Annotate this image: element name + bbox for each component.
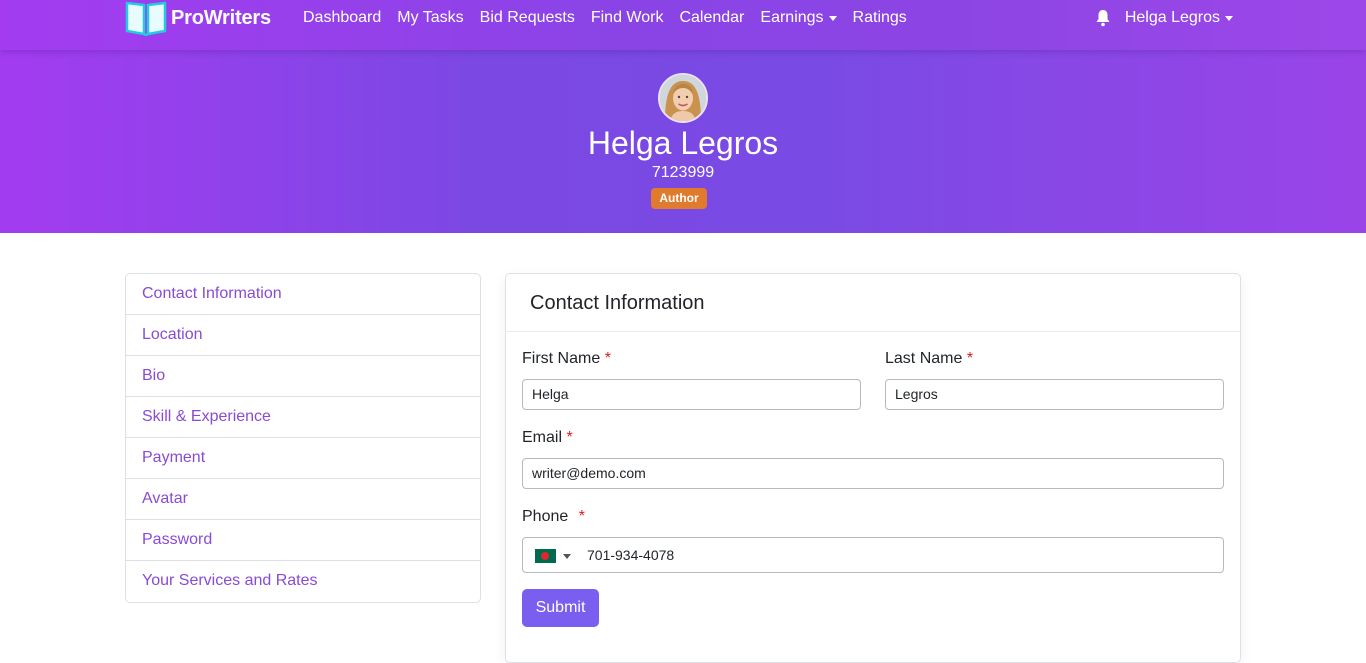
- role-badge: Author: [651, 188, 707, 209]
- sidebar-item-password[interactable]: Password: [126, 520, 480, 561]
- first-name-label-text: First Name: [522, 350, 601, 367]
- last-name-label-text: Last Name: [885, 350, 963, 367]
- nav-earnings-label: Earnings: [760, 9, 824, 26]
- bangladesh-flag-icon[interactable]: [535, 549, 556, 563]
- required-marker: *: [604, 350, 611, 367]
- nav-calendar[interactable]: Calendar: [671, 9, 752, 27]
- required-marker: *: [578, 508, 585, 525]
- brand[interactable]: ProWriters: [125, 0, 271, 36]
- email-label: Email *: [522, 429, 573, 447]
- nav-ratings[interactable]: Ratings: [845, 9, 915, 27]
- sidebar-item-services-rates[interactable]: Your Services and Rates: [126, 561, 480, 602]
- nav-bid-requests[interactable]: Bid Requests: [472, 9, 583, 27]
- phone-label: Phone *: [522, 508, 585, 526]
- top-navbar: ProWriters Dashboard My Tasks Bid Reques…: [0, 0, 1366, 50]
- sidebar-item-avatar[interactable]: Avatar: [126, 479, 480, 520]
- required-marker: *: [966, 350, 974, 367]
- nav-my-tasks[interactable]: My Tasks: [389, 9, 471, 27]
- submit-button[interactable]: Submit: [522, 589, 599, 627]
- profile-id: 7123999: [651, 164, 715, 181]
- sidebar-item-location[interactable]: Location: [126, 315, 480, 356]
- phone-input-value[interactable]: 701-934-4078: [587, 538, 674, 572]
- sidebar-item-contact-information[interactable]: Contact Information: [126, 274, 480, 315]
- main-nav: Dashboard My Tasks Bid Requests Find Wor…: [295, 0, 915, 36]
- user-menu-dropdown[interactable]: Helga Legros: [1125, 9, 1233, 27]
- first-name-input[interactable]: Helga: [522, 379, 861, 410]
- phone-field[interactable]: 701-934-4078: [522, 537, 1224, 573]
- sidebar-item-skill-experience[interactable]: Skill & Experience: [126, 397, 480, 438]
- email-input[interactable]: writer@demo.com: [522, 458, 1224, 489]
- bell-icon[interactable]: [1095, 9, 1111, 27]
- phone-label-text: Phone: [522, 508, 569, 525]
- contact-information-card: Contact Information First Name * Helga L…: [505, 273, 1241, 663]
- profile-photo-icon: [660, 75, 706, 121]
- required-marker: *: [566, 429, 573, 446]
- caret-down-icon: [828, 15, 837, 21]
- nav-earnings-dropdown[interactable]: Earnings: [752, 9, 844, 27]
- nav-dashboard[interactable]: Dashboard: [295, 9, 389, 27]
- brand-name: ProWriters: [171, 6, 271, 29]
- card-title: Contact Information: [506, 274, 1240, 332]
- profile-hero: Helga Legros 7123999 Author: [0, 50, 1366, 233]
- last-name-input[interactable]: Legros: [885, 379, 1224, 410]
- sidebar-item-payment[interactable]: Payment: [126, 438, 480, 479]
- country-dropdown-caret-icon[interactable]: [563, 554, 571, 559]
- user-menu-name: Helga Legros: [1124, 9, 1220, 26]
- nav-right: Helga Legros: [1095, 0, 1233, 36]
- profile-name: Helga Legros: [587, 125, 779, 161]
- open-book-icon: [125, 1, 167, 36]
- avatar: [658, 73, 708, 123]
- settings-sidebar: Contact Information Location Bio Skill &…: [125, 273, 481, 603]
- caret-down-icon: [1225, 15, 1233, 21]
- last-name-label: Last Name *: [885, 350, 973, 368]
- nav-find-work[interactable]: Find Work: [583, 9, 672, 27]
- sidebar-item-bio[interactable]: Bio: [126, 356, 480, 397]
- first-name-label: First Name *: [522, 350, 611, 368]
- email-label-text: Email: [522, 429, 563, 446]
